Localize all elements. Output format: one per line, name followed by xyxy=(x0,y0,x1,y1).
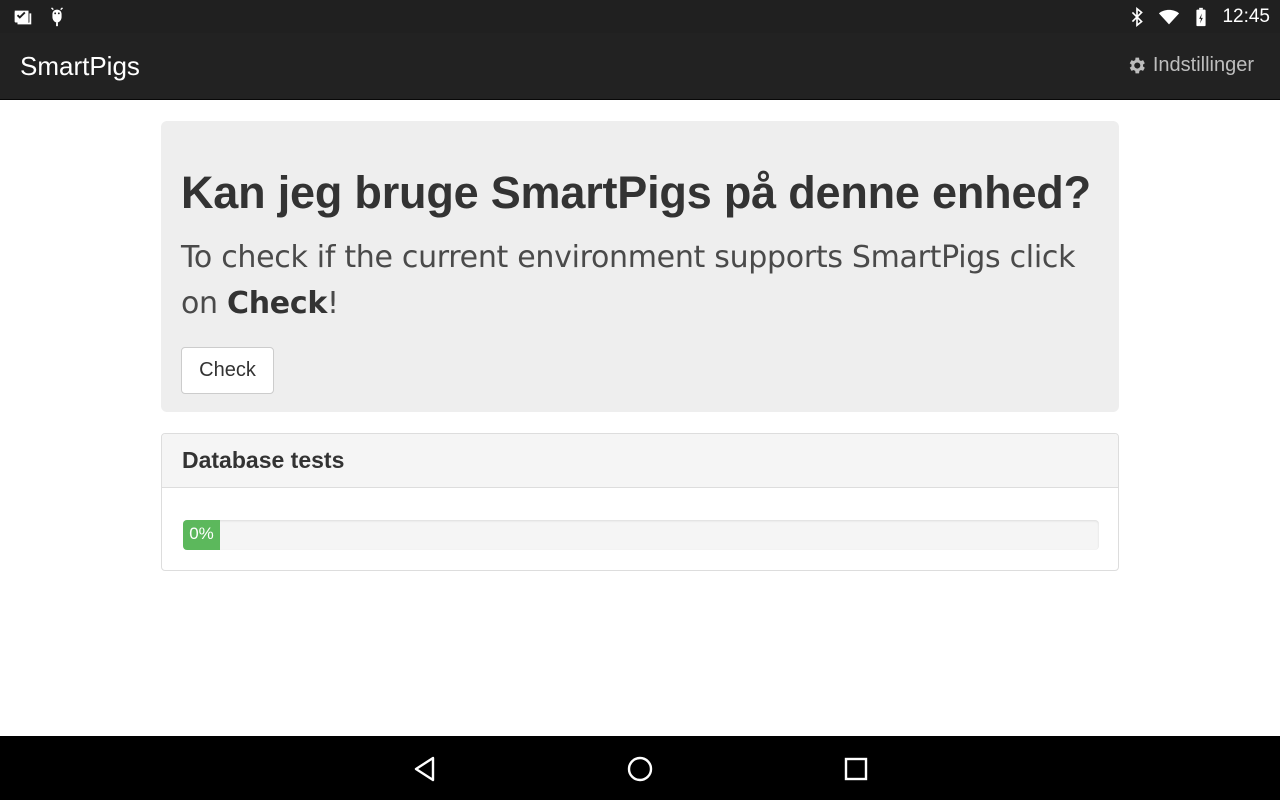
lead-text: To check if the current environment supp… xyxy=(181,235,1099,327)
status-time: 12:45 xyxy=(1222,6,1270,27)
battery-charging-icon xyxy=(1190,6,1212,28)
progress-bar: 0% xyxy=(183,520,220,550)
wifi-icon xyxy=(1158,6,1180,28)
database-tests-panel: Database tests 0% xyxy=(161,433,1119,571)
status-bar: 12:45 xyxy=(0,0,1280,33)
recents-icon[interactable] xyxy=(841,754,871,784)
panel-body: 0% xyxy=(162,488,1118,570)
check-button[interactable]: Check xyxy=(181,347,274,394)
app-title[interactable]: SmartPigs xyxy=(20,50,140,82)
notification-inbox-icon xyxy=(12,6,34,28)
panel-heading: Database tests xyxy=(162,434,1118,488)
status-right-icons: 12:45 xyxy=(1126,6,1270,28)
app-bar: SmartPigs Indstillinger xyxy=(0,33,1280,100)
page-title: Kan jeg bruge SmartPigs på denne enhed? xyxy=(181,167,1091,218)
lead-text-bold: Check xyxy=(227,286,327,321)
settings-label: Indstillinger xyxy=(1152,54,1254,76)
bluetooth-icon xyxy=(1126,6,1148,28)
android-debug-icon xyxy=(46,6,68,28)
jumbotron: Kan jeg bruge SmartPigs på denne enhed? … xyxy=(161,121,1119,412)
lead-text-end: ! xyxy=(326,286,339,321)
navigation-bar xyxy=(0,736,1280,800)
gear-icon xyxy=(1126,55,1147,76)
back-icon[interactable] xyxy=(410,754,440,784)
home-icon[interactable] xyxy=(625,754,655,784)
status-left-icons xyxy=(12,6,68,28)
settings-link[interactable]: Indstillinger xyxy=(1126,51,1254,79)
progress-track: 0% xyxy=(183,520,1099,550)
